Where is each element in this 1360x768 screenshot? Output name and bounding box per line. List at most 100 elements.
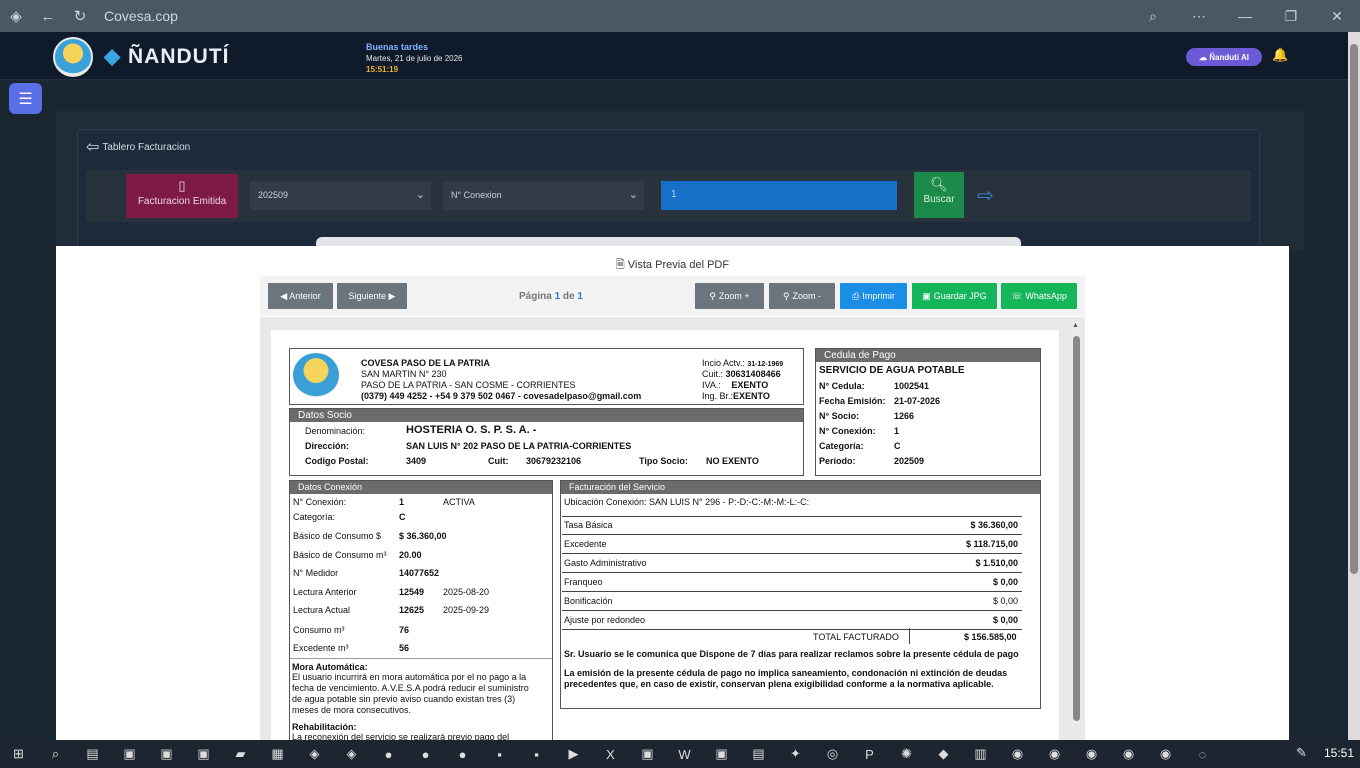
task-view-icon[interactable]: ▤ <box>74 746 111 762</box>
dir-value: SAN LUIS N° 202 PASO DE LA PATRIA-CORRIE… <box>406 441 632 451</box>
whatsapp-icon[interactable]: ◉ <box>999 746 1036 762</box>
notepad-icon[interactable]: ▤ <box>740 746 777 762</box>
divider <box>562 516 1022 517</box>
app-icon[interactable]: ✺ <box>888 746 925 762</box>
app-icon[interactable]: ▣ <box>629 746 666 762</box>
print-button[interactable]: ⎙ Imprimir <box>840 283 907 309</box>
exit-icon[interactable]: ⇨ <box>977 183 994 208</box>
next-page-label: Siguiente ▶ <box>348 290 396 301</box>
zoom-in-button[interactable]: ⚲ Zoom + <box>695 283 764 309</box>
app-icon[interactable]: ◎ <box>814 746 851 762</box>
mora-line: El usuario incurrirá en mora automática … <box>292 672 527 682</box>
conexion-row-value: C <box>399 512 406 522</box>
app-icon[interactable]: ◈ <box>333 746 370 762</box>
ubicacion-text: Ubicación Conexión: SAN LUIS N° 296 - P:… <box>564 497 810 507</box>
app-icon[interactable]: ✦ <box>777 746 814 762</box>
outlook-icon[interactable]: ● <box>407 747 444 762</box>
app-icon[interactable]: ◉ <box>1036 746 1073 762</box>
url-bar[interactable]: Covesa.cop <box>104 8 178 24</box>
tablet-icon: ▯ <box>178 178 186 193</box>
fact-row-divider <box>562 572 1022 573</box>
brand-logo[interactable]: ◆ ÑANDUTÍ <box>104 44 230 69</box>
calculator-icon[interactable]: ▦ <box>259 746 296 762</box>
fact-row-divider <box>562 610 1022 611</box>
ai-button[interactable]: ☁ Ñanduti AI <box>1186 48 1262 66</box>
close-icon[interactable]: ✕ <box>1314 8 1360 25</box>
whatsapp-label: WhatsApp <box>1025 291 1067 301</box>
app-icon[interactable]: ▪ <box>481 747 518 762</box>
socio-cuit-value: 30679232106 <box>526 456 582 466</box>
phone-icon: ☏ <box>1011 290 1023 301</box>
card-title[interactable]: ⇦ Tablero Facturacion <box>86 137 190 157</box>
edge-icon[interactable]: ● <box>444 747 481 762</box>
reload-icon[interactable]: ↻ <box>64 7 96 25</box>
youtube-icon[interactable]: ▶ <box>555 746 592 762</box>
app-icon[interactable]: ▥ <box>962 746 999 762</box>
windows-start-icon[interactable]: ⊞ <box>0 746 37 762</box>
firefox-icon[interactable]: ● <box>370 747 407 762</box>
menu-button[interactable]: ☰ <box>9 83 42 114</box>
app-icon[interactable]: ◈ <box>296 746 333 762</box>
back-icon[interactable]: ← <box>32 8 64 25</box>
next-page-button[interactable]: Siguiente ▶ <box>337 283 407 309</box>
mora-line: fecha de vencimiento. A.V.E.S.A podrá re… <box>292 683 529 693</box>
pen-icon[interactable]: ✎ <box>1296 745 1307 761</box>
page-scrollbar-thumb[interactable] <box>1350 44 1358 574</box>
minimize-icon[interactable]: — <box>1222 8 1268 24</box>
app-icon[interactable]: ▪ <box>518 747 555 762</box>
zoom-out-button[interactable]: ⚲ Zoom - <box>769 283 835 309</box>
fact-row-label: Gasto Administrativo <box>564 558 647 568</box>
rehab-title: Rehabilitación: <box>292 722 357 732</box>
cedula-title: Cedula de Pago <box>816 349 1040 362</box>
app-icon[interactable]: ▣ <box>148 746 185 762</box>
print-label: Imprimir <box>862 291 895 301</box>
bell-icon[interactable]: 🔔 <box>1272 47 1288 63</box>
powerpoint-icon[interactable]: P <box>851 747 888 762</box>
whatsapp-button[interactable]: ☏ WhatsApp <box>1001 283 1077 309</box>
page-scrollbar[interactable] <box>1348 32 1360 740</box>
ai-button-label: Ñanduti AI <box>1209 52 1249 62</box>
app-icon[interactable]: ▣ <box>111 746 148 762</box>
scrollbar-thumb[interactable] <box>1073 336 1080 721</box>
app-icon[interactable]: ▣ <box>703 746 740 762</box>
app-icon[interactable]: ▣ <box>185 746 222 762</box>
scroll-up-icon[interactable]: ▲ <box>1072 322 1079 329</box>
word-icon[interactable]: W <box>666 747 703 762</box>
folder-icon[interactable]: ▰ <box>222 746 259 762</box>
company-name: COVESA PASO DE LA PATRIA <box>361 358 490 368</box>
socio-title: Datos Socio <box>290 409 803 422</box>
modal-title: 🗎 Vista Previa del PDF <box>56 256 1289 275</box>
company-addr1: SAN MARTIN N° 230 <box>361 369 447 379</box>
excel-icon[interactable]: X <box>592 747 629 762</box>
prev-page-button[interactable]: ◀ Anterior <box>268 283 333 309</box>
viewer-scrollbar[interactable]: ▲ <box>1072 322 1081 724</box>
period-select[interactable]: 202509 ⌄ <box>250 181 431 210</box>
fact-row-value: $ 1.510,00 <box>975 558 1018 568</box>
taskbar: ⊞ ⌕ ▤ ▣ ▣ ▣ ▰ ▦ ◈ ◈ ● ● ● ▪ ▪ ▶ X ▣ W ▣ … <box>0 740 1360 768</box>
period-value: 202509 <box>258 190 289 200</box>
facturacion-emitida-button[interactable]: ▯ Facturacion Emitida <box>126 174 238 218</box>
restore-icon[interactable]: ❐ <box>1268 8 1314 25</box>
zoom-in-icon: ⚲ <box>709 290 716 301</box>
search-input[interactable]: 1 <box>661 181 897 210</box>
app-icon[interactable]: ◌ <box>1184 747 1221 762</box>
water-drop-icon: ◆ <box>104 45 122 68</box>
search-icon[interactable]: ⌕ <box>37 746 74 762</box>
browser-logo-icon: ◈ <box>10 8 22 25</box>
page-current: 1 <box>554 291 561 302</box>
vscode-icon[interactable]: ◆ <box>925 746 962 762</box>
more-icon[interactable]: ⋯ <box>1176 8 1222 25</box>
cp-value: 3409 <box>406 456 427 466</box>
chevron-down-icon: ⌄ <box>415 189 425 201</box>
fact-row-value: $ 36.360,00 <box>970 520 1018 530</box>
save-jpg-button[interactable]: ▣ Guardar JPG <box>912 283 997 309</box>
conexion-select[interactable]: N° Conexion ⌄ <box>443 181 644 210</box>
zoom-icon[interactable]: ⌕ <box>1130 8 1176 25</box>
app-icon[interactable]: ◉ <box>1110 746 1147 762</box>
greeting-text: Buenas tardes <box>366 42 429 52</box>
edge-icon[interactable]: ◉ <box>1147 746 1184 762</box>
chrome-icon[interactable]: ◉ <box>1073 746 1110 762</box>
buscar-button[interactable]: 🔍︎ Buscar <box>914 172 964 218</box>
browser-titlebar: ◈ ← ↻ Covesa.cop ⌕ ⋯ — ❐ ✕ <box>0 0 1360 32</box>
tipo-label: Tipo Socio: <box>639 456 688 466</box>
